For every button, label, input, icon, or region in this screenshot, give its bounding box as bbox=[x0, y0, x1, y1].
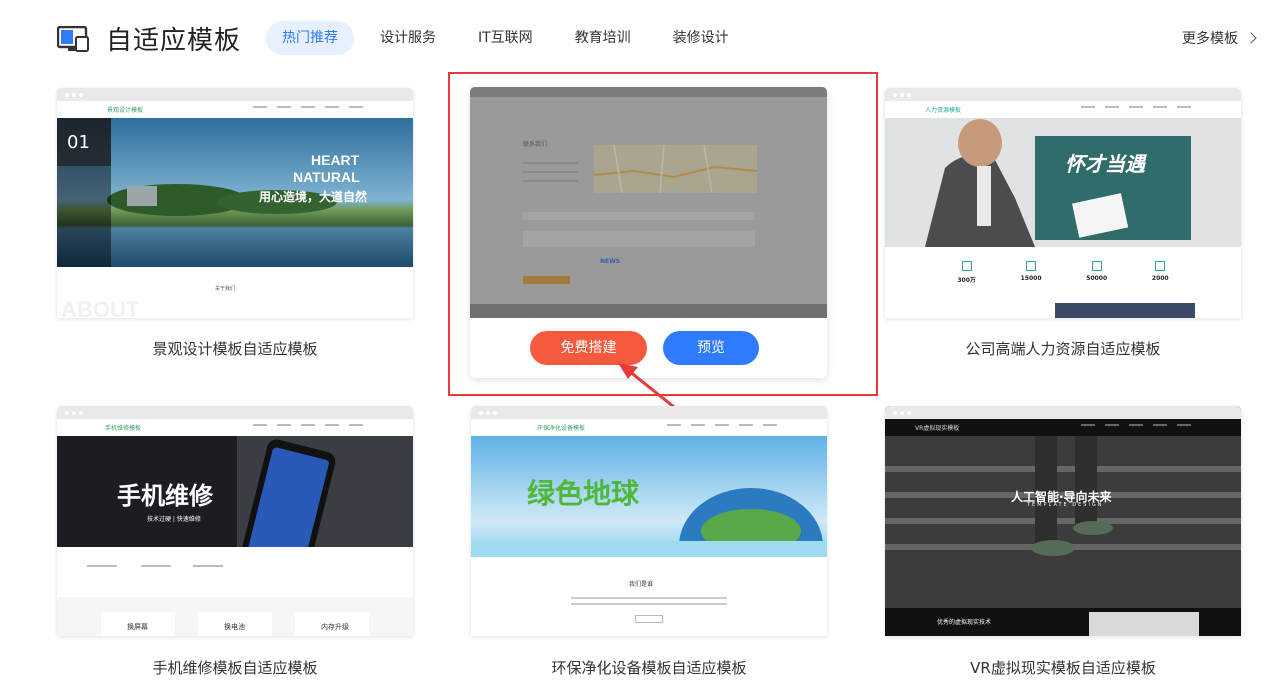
phone-hero-title: 手机维修 bbox=[117, 482, 213, 510]
chevron-right-icon bbox=[1245, 32, 1257, 44]
mini-site-name: VR虚拟现实模板 bbox=[915, 425, 960, 432]
phone-hero-image bbox=[57, 436, 413, 547]
slide-number: 01 bbox=[67, 132, 90, 153]
template-caption[interactable]: 手机维修模板自适应模板 bbox=[57, 657, 413, 678]
template-preview[interactable]: 景观设计模板 01 HEART NATURAL 用心造境，大道自然 关于我们 A… bbox=[57, 88, 413, 318]
template-card-eco[interactable]: 环保净化设备模板 绿色地球 我们是谁 环保净化设备模板自适应模板 bbox=[471, 406, 827, 677]
eco-hero-image bbox=[471, 436, 827, 557]
watermark-text: ABOUT bbox=[61, 297, 140, 318]
stat-value: 15000 bbox=[1020, 275, 1042, 282]
template-preview[interactable]: 手机维修模板 手机维修 技术过硬 | 快速维修 换屏幕 换电池 内存升级 bbox=[57, 406, 413, 636]
featured-template-card[interactable]: 联系我们 NEWS bbox=[470, 87, 827, 378]
contact-title: 联系我们 bbox=[523, 141, 548, 148]
template-card-landscape[interactable]: 景观设计模板 01 HEART NATURAL 用心造境，大道自然 关于我们 A… bbox=[57, 88, 413, 358]
service-item: 内存升级 bbox=[295, 612, 369, 636]
template-caption[interactable]: 公司高端人力资源自适应模板 bbox=[885, 338, 1241, 359]
template-card-vr[interactable]: VR虚拟现实模板 人工智能·导向未来 TEMPLATE DESIGN 优秀的虚拟… bbox=[885, 406, 1241, 677]
tab-it[interactable]: IT互联网 bbox=[462, 21, 549, 55]
template-preview[interactable]: 人力资源模板 怀才当遇 300万 15000 50000 2000 bbox=[885, 88, 1241, 318]
template-card-hr[interactable]: 人力资源模板 怀才当遇 300万 15000 50000 2000 公司高端人力… bbox=[885, 88, 1241, 358]
category-tabs: 热门推荐 设计服务 IT互联网 教育培训 装修设计 bbox=[266, 21, 755, 55]
stat-value: 50000 bbox=[1086, 275, 1108, 282]
hr-hero-image bbox=[885, 118, 1241, 247]
tab-hot[interactable]: 热门推荐 bbox=[266, 21, 354, 55]
hero-cn: 用心造境，大道自然 bbox=[259, 190, 368, 204]
template-caption[interactable]: VR虚拟现实模板自适应模板 bbox=[885, 657, 1241, 678]
tab-decoration[interactable]: 装修设计 bbox=[657, 21, 745, 55]
stat-value: 300万 bbox=[957, 277, 976, 284]
eco-hero-title: 绿色地球 bbox=[527, 477, 640, 510]
header: 自适应模板 热门推荐 设计服务 IT互联网 教育培训 装修设计 更多模板 bbox=[0, 0, 1285, 76]
vr-hero-sub: TEMPLATE DESIGN bbox=[1027, 502, 1104, 508]
template-caption[interactable]: 环保净化设备模板自适应模板 bbox=[471, 657, 827, 678]
mini-site-name: 手机维修模板 bbox=[105, 425, 142, 432]
template-card-phone-repair[interactable]: 手机维修模板 手机维修 技术过硬 | 快速维修 换屏幕 换电池 内存升级 手机维… bbox=[57, 406, 413, 677]
page-title: 自适应模板 bbox=[106, 26, 242, 56]
stat-value: 2000 bbox=[1151, 275, 1169, 282]
tab-education[interactable]: 教育培训 bbox=[559, 21, 647, 55]
vr-section: 优秀的虚拟现实技术 bbox=[937, 619, 992, 626]
mini-site-name: 景观设计模板 bbox=[107, 107, 144, 114]
mini-site-name: 人力资源模板 bbox=[925, 107, 962, 114]
section-about: 关于我们 bbox=[215, 286, 236, 292]
eco-section: 我们是谁 bbox=[629, 581, 654, 588]
template-preview[interactable]: VR虚拟现实模板 人工智能·导向未来 TEMPLATE DESIGN 优秀的虚拟… bbox=[885, 406, 1241, 636]
map-label: NEWS bbox=[600, 258, 621, 265]
hr-slogan: 怀才当遇 bbox=[1065, 152, 1145, 176]
template-logo-icon bbox=[57, 26, 89, 52]
browser-bar bbox=[885, 88, 1241, 101]
featured-preview-dimmed: 联系我们 NEWS bbox=[470, 87, 827, 318]
browser-bar bbox=[57, 88, 413, 101]
service-item: 换电池 bbox=[198, 612, 272, 636]
browser-bar bbox=[471, 406, 827, 419]
hero-line2: NATURAL bbox=[293, 169, 360, 185]
mini-site-name: 环保净化设备模板 bbox=[537, 425, 586, 432]
service-item: 换屏幕 bbox=[101, 612, 175, 636]
tab-design[interactable]: 设计服务 bbox=[364, 21, 452, 55]
map-image bbox=[594, 145, 757, 193]
hero-line1: HEART bbox=[311, 152, 360, 168]
vr-hero-image bbox=[885, 436, 1241, 636]
hr-stats: 300万 15000 50000 2000 bbox=[885, 247, 1241, 318]
browser-bar bbox=[885, 406, 1241, 419]
template-caption[interactable]: 景观设计模板自适应模板 bbox=[57, 338, 413, 359]
more-templates-label: 更多模板 bbox=[1182, 31, 1238, 47]
phone-hero-sub: 技术过硬 | 快速维修 bbox=[147, 516, 201, 523]
more-templates-link[interactable]: 更多模板 bbox=[1182, 28, 1257, 48]
template-preview[interactable]: 环保净化设备模板 绿色地球 我们是谁 bbox=[471, 406, 827, 636]
browser-bar bbox=[57, 406, 413, 419]
